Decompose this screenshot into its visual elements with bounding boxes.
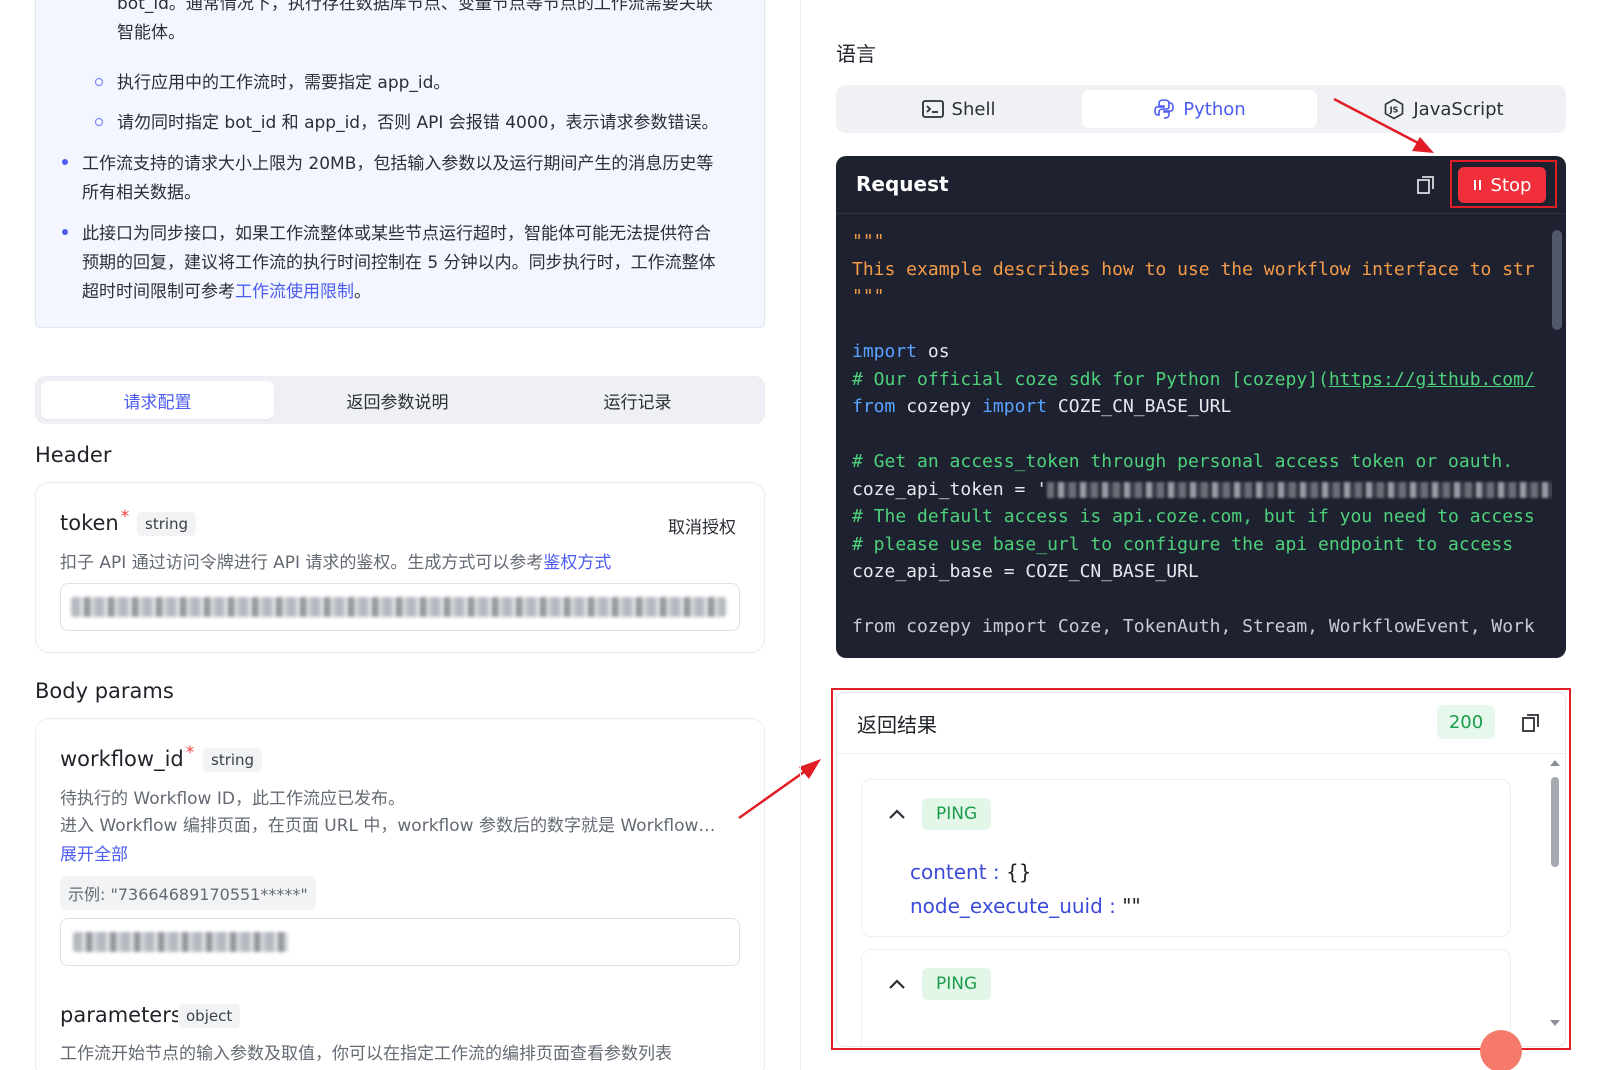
tab-request-config[interactable]: 请求配置 xyxy=(41,381,274,419)
code-line: """ xyxy=(852,231,885,252)
request-title: Request xyxy=(856,172,949,196)
code-line: from cozepy import Coze, TokenAuth, Stre… xyxy=(852,616,1535,637)
code-block: """ This example describes how to use the… xyxy=(852,228,1552,648)
note-text: 请勿同时指定 bot_id 和 app_id，否则 API 会报错 4000，表… xyxy=(117,113,719,133)
type-badge: string xyxy=(137,512,197,536)
param-name: token * xyxy=(60,507,129,535)
code-line: coze_api_token = ' xyxy=(852,476,1552,504)
code-scrollbar[interactable] xyxy=(1552,230,1562,330)
token-param-card: token * string 取消授权 扣子 API 通过访问令牌进行 API 请… xyxy=(35,482,765,653)
annotation-arrow-icon xyxy=(738,759,821,820)
code-line: # The default access is api.coze.com, bu… xyxy=(852,506,1535,527)
note-text: 此接口为同步接口，如果工作流整体或某些节点运行超时，智能体可能无法提供符合 xyxy=(82,224,711,244)
stop-highlight-frame xyxy=(1450,160,1557,208)
bullet-icon xyxy=(62,159,68,165)
code-line: from cozepy import COZE_CN_BASE_URL xyxy=(852,396,1232,417)
left-docs-column: bot_id。通常情况下，执行存在数据库节点、变量节点等节点的工作流需要关联 智… xyxy=(0,0,821,1070)
cozepy-github-link[interactable]: https://github.com/ xyxy=(1329,369,1535,390)
lang-tab-label: Shell xyxy=(951,98,996,120)
python-icon xyxy=(1154,99,1175,119)
param-name: workflow_id * xyxy=(60,743,194,771)
param-description: 扣子 API 通过访问令牌进行 API 请求的鉴权。生成方式可以参考鉴权方式 xyxy=(60,548,611,573)
param-description-text: 扣子 API 通过访问令牌进行 API 请求的鉴权。生成方式可以参考 xyxy=(60,553,544,573)
terminal-icon xyxy=(921,100,944,118)
lang-tab-label: Python xyxy=(1183,98,1246,120)
tab-response-params[interactable]: 返回参数说明 xyxy=(281,381,514,419)
sub-bullet-icon xyxy=(95,78,103,86)
assistant-avatar[interactable] xyxy=(1480,1030,1522,1070)
annotation-arrow-icon xyxy=(1333,97,1434,153)
note-text: bot_id。通常情况下，执行存在数据库节点、变量节点等节点的工作流需要关联 xyxy=(117,0,713,14)
redacted-value xyxy=(71,597,726,617)
param-description: 工作流开始节点的输入参数及取值，你可以在指定工作流的编排页面查看参数列表 xyxy=(60,1044,672,1064)
result-highlight-frame xyxy=(831,688,1571,1050)
note-text: 工作流支持的请求大小上限为 20MB，包括输入参数以及运行期间产生的消息历史等 xyxy=(82,154,714,174)
note-text-part: 。 xyxy=(354,282,371,302)
param-name-text: workflow_id xyxy=(60,747,184,771)
language-label: 语言 xyxy=(836,42,876,66)
type-badge: object xyxy=(178,1004,241,1028)
sub-bullet-icon xyxy=(95,118,103,126)
workflow-id-input[interactable] xyxy=(60,918,740,966)
note-text: 超时时间限制可参考工作流使用限制。 xyxy=(82,278,371,307)
copy-icon[interactable] xyxy=(1416,175,1436,195)
note-text: 执行应用中的工作流时，需要指定 app_id。 xyxy=(117,73,451,93)
auth-method-link[interactable]: 鉴权方式 xyxy=(543,553,611,573)
code-line: # Our official coze sdk for Python [coze… xyxy=(852,368,1535,390)
header-section-title: Header xyxy=(35,443,112,467)
param-description: 进入 Workflow 编排页面，在页面 URL 中，workflow 参数后的… xyxy=(60,816,716,836)
param-name-text: token xyxy=(60,511,119,535)
note-text-part: 超时时间限制可参考 xyxy=(82,282,235,302)
language-selector: Shell Python JS JavaScript xyxy=(836,85,1566,133)
note-text: 智能体。 xyxy=(117,23,185,43)
required-mark: * xyxy=(185,743,195,763)
note-text: 预期的回复，建议将工作流的执行时间控制在 5 分钟以内。同步执行时，工作流整体 xyxy=(82,253,716,273)
revoke-auth-button[interactable]: 取消授权 xyxy=(668,513,736,538)
lang-tab-python[interactable]: Python xyxy=(1082,90,1317,128)
param-description: 待执行的 Workflow ID，此工作流应已发布。 xyxy=(60,789,405,809)
redacted-value xyxy=(73,932,288,952)
type-badge: string xyxy=(203,748,263,772)
note-text: 所有相关数据。 xyxy=(82,183,201,203)
redacted-token xyxy=(1047,481,1552,498)
code-line: This example describes how to use the wo… xyxy=(852,258,1535,280)
request-code-panel: Request Stop """ This example describes h… xyxy=(836,156,1566,658)
required-mark: * xyxy=(120,507,130,527)
code-line: import os xyxy=(852,341,950,362)
expand-all-link[interactable]: 展开全部 xyxy=(60,845,128,865)
bullet-icon xyxy=(62,229,68,235)
column-divider xyxy=(800,0,801,1070)
code-line: # please use base_url to configure the a… xyxy=(852,533,1514,555)
code-line: coze_api_base = COZE_CN_BASE_URL xyxy=(852,561,1199,582)
notes-callout: bot_id。通常情况下，执行存在数据库节点、变量节点等节点的工作流需要关联 智… xyxy=(35,0,765,328)
code-line: # Get an access_token through personal a… xyxy=(852,451,1514,472)
workflow-id-param-card: workflow_id * string 待执行的 Workflow ID，此工作… xyxy=(35,718,765,1070)
usage-limits-link[interactable]: 工作流使用限制 xyxy=(235,282,354,302)
code-line: """ xyxy=(852,286,885,307)
tab-run-history[interactable]: 运行记录 xyxy=(521,381,754,419)
param-name: parameters xyxy=(60,1003,182,1027)
example-value: 示例: "73664689170551*****" xyxy=(60,876,316,910)
token-input[interactable] xyxy=(60,583,740,631)
lang-tab-shell[interactable]: Shell xyxy=(841,90,1076,128)
config-tabs: 请求配置 返回参数说明 运行记录 xyxy=(35,376,765,424)
body-section-title: Body params xyxy=(35,679,174,703)
